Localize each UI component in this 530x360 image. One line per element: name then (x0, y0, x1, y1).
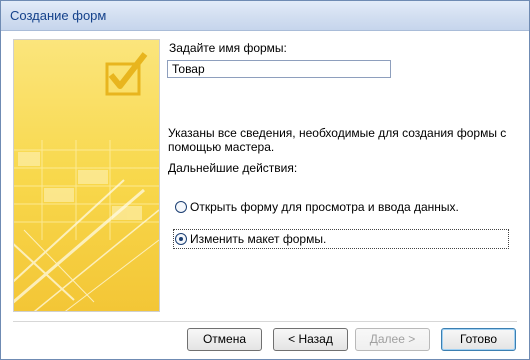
button-separator (13, 321, 517, 322)
modify-layout-radio[interactable] (175, 233, 187, 245)
dialog-title: Создание форм (10, 8, 107, 23)
finish-button[interactable]: Готово (441, 328, 516, 351)
next-actions-label: Дальнейшие действия: (168, 161, 298, 175)
title-bar[interactable]: Создание форм (1, 1, 529, 31)
form-wizard-dialog: Создание форм Задайте имя формы: Товар У… (0, 0, 530, 360)
wizard-illustration (13, 39, 160, 312)
dialog-body: Задайте имя формы: Указаны все сведения,… (1, 31, 529, 359)
open-form-option[interactable]: Открыть форму для просмотра и ввода данн… (175, 199, 459, 215)
form-name-label: Задайте имя формы: (169, 41, 287, 55)
form-name-input[interactable] (167, 60, 391, 78)
open-form-option-label: Открыть форму для просмотра и ввода данн… (190, 200, 459, 214)
cancel-button[interactable]: Отмена (187, 328, 262, 351)
open-form-radio[interactable] (175, 201, 187, 213)
modify-layout-option[interactable]: Изменить макет формы. (173, 229, 509, 249)
back-button[interactable]: < Назад (273, 328, 348, 351)
wizard-description: Указаны все сведения, необходимые для со… (168, 126, 507, 154)
wizard-illustration-graphic (14, 40, 159, 311)
modify-layout-option-label: Изменить макет формы. (190, 232, 327, 246)
next-button[interactable]: Далее > (355, 328, 430, 351)
